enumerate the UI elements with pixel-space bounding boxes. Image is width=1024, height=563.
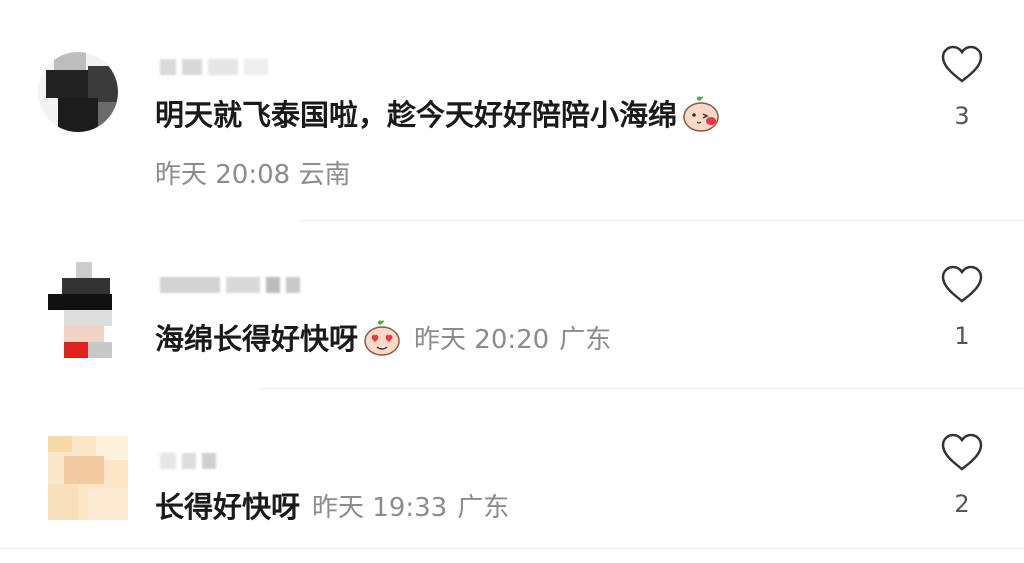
like-count: 2 [954,490,970,518]
comment-location: 广东 [559,324,612,355]
heart-icon[interactable] [940,432,984,472]
username-blurred[interactable] [160,276,300,294]
divider [300,220,1024,221]
avatar[interactable] [48,436,128,520]
comment-meta: 昨天 20:08 云南 [155,154,350,191]
comment-text: 长得好快呀 昨天 19:33 广东 [155,484,509,526]
divider [260,388,1024,389]
like-button[interactable]: 3 [938,44,986,130]
comment-text: 海绵长得好快呀 昨天 20:20 广东 [155,316,611,358]
comment-body: 长得好快呀 [155,490,301,524]
comment-time: 昨天 20:08 [155,160,291,190]
comment-location: 云南 [298,160,351,190]
like-button[interactable]: 1 [938,264,986,350]
username-blurred[interactable] [160,452,216,470]
blush-peach-emoji [683,96,719,132]
like-button[interactable]: 2 [938,432,986,518]
comment-time: 昨天 20:20 [414,324,550,355]
comment-body: 海绵长得好快呀 [155,322,359,356]
avatar[interactable] [48,262,128,358]
heart-eyes-peach-emoji [364,320,400,356]
like-count: 3 [954,102,970,130]
comment-time: 昨天 19:33 [312,492,448,523]
username-blurred[interactable] [160,58,268,76]
avatar[interactable] [38,52,118,132]
heart-icon[interactable] [940,264,984,304]
divider [0,548,1024,549]
heart-icon[interactable] [940,44,984,84]
comment-text: 明天就飞泰国啦，趁今天好好陪陪小海绵 [155,92,721,134]
comment-location: 广东 [457,492,510,523]
like-count: 1 [954,322,970,350]
comment-body: 明天就飞泰国啦，趁今天好好陪陪小海绵 [155,98,678,132]
